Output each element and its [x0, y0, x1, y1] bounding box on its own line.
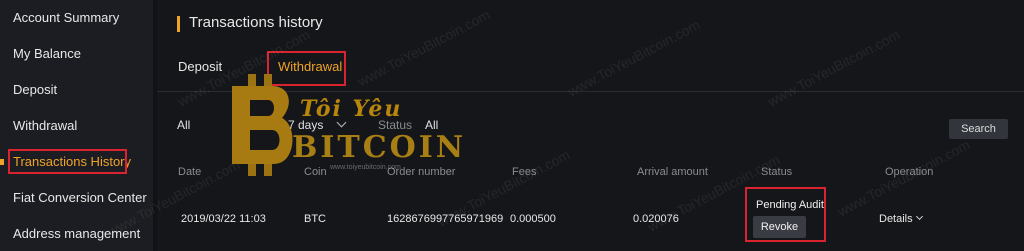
highlight-box-sidebar: [8, 149, 127, 174]
sidebar-item-address-management[interactable]: Address management: [0, 216, 153, 251]
sidebar-item-deposit[interactable]: Deposit: [0, 72, 153, 108]
cell-arrival-amount: 0.020076: [633, 213, 679, 225]
table-header-date: Date: [178, 166, 202, 178]
highlight-box-status: [745, 187, 826, 242]
coin-filter-select[interactable]: All: [177, 118, 190, 132]
sidebar-item-label: Deposit: [13, 82, 58, 97]
logo-text-line1: Tôi Yêu: [300, 96, 403, 122]
cell-fees: 0.000500: [510, 213, 556, 225]
sidebar: Account Summary My Balance Deposit Withd…: [0, 0, 166, 251]
sidebar-item-my-balance[interactable]: My Balance: [0, 36, 153, 72]
table-header-status: Status: [761, 166, 793, 178]
page-title: Transactions history: [189, 14, 323, 31]
bitcoin-logo-icon: [232, 74, 293, 176]
sidebar-item-label: Fiat Conversion Center: [13, 190, 147, 205]
cell-coin: BTC: [304, 213, 326, 225]
search-button[interactable]: Search: [949, 119, 1008, 139]
sidebar-item-label: Address management: [13, 226, 141, 241]
cell-order-number: 1628676997765971969: [387, 213, 504, 225]
sidebar-item-label: My Balance: [13, 46, 81, 61]
sidebar-item-label: Account Summary: [13, 10, 120, 25]
sidebar-item-withdrawal[interactable]: Withdrawal: [0, 108, 153, 144]
table-header-operation: Operation: [885, 166, 934, 178]
sidebar-item-label: Withdrawal: [13, 118, 78, 133]
table-header-fees: Fees: [512, 166, 537, 178]
cell-date: 2019/03/22 11:03: [181, 213, 266, 225]
details-dropdown[interactable]: Details: [879, 212, 923, 225]
logo-text-line2: BITCOIN: [292, 130, 467, 165]
active-indicator: [0, 159, 4, 165]
table-header-coin: Coin: [304, 166, 327, 178]
sidebar-item-account-summary[interactable]: Account Summary: [0, 0, 153, 36]
sidebar-item-fiat-conversion-center[interactable]: Fiat Conversion Center: [0, 180, 166, 216]
logo-url: www.toiyeubitcoin.com: [330, 164, 401, 171]
title-accent-bar: [177, 16, 180, 32]
details-label: Details: [879, 213, 913, 225]
table-header-arrival-amount: Arrival amount: [637, 166, 708, 178]
chevron-down-icon: [915, 212, 923, 221]
tab-deposit[interactable]: Deposit: [178, 59, 222, 74]
